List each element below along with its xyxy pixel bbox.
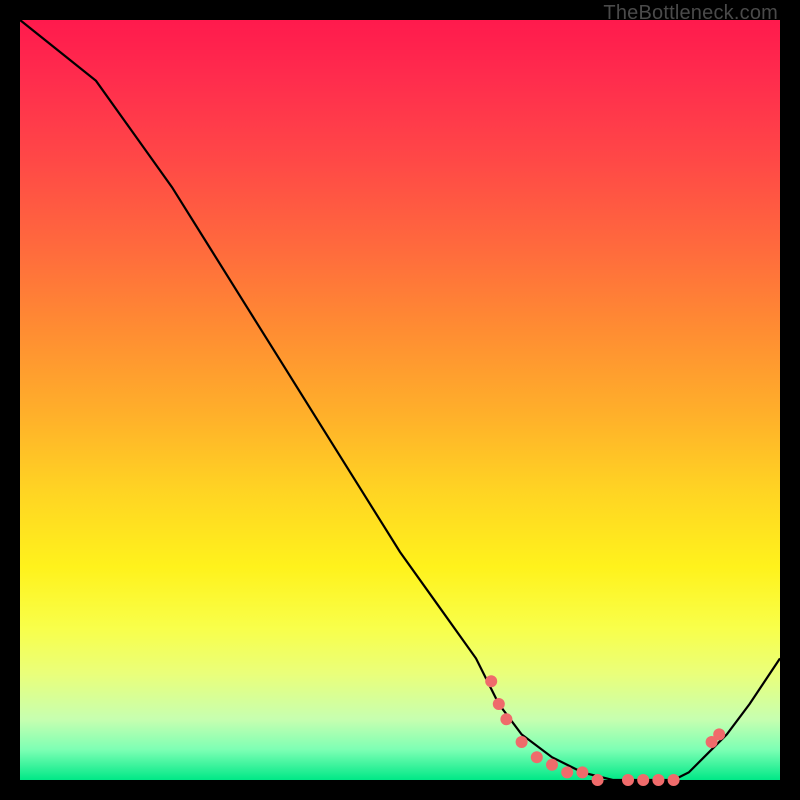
chart-svg	[20, 20, 780, 780]
attribution-label: TheBottleneck.com	[603, 2, 778, 25]
marker-dot	[652, 774, 664, 786]
marker-dot	[668, 774, 680, 786]
marker-dot	[713, 728, 725, 740]
marker-dot	[561, 766, 573, 778]
marker-dot	[531, 751, 543, 763]
marker-dot	[622, 774, 634, 786]
marker-dot	[576, 766, 588, 778]
marker-dot	[592, 774, 604, 786]
marker-dot	[493, 698, 505, 710]
marker-dots-group	[485, 675, 725, 786]
marker-dot	[637, 774, 649, 786]
marker-dot	[546, 759, 558, 771]
marker-dot	[516, 736, 528, 748]
marker-dot	[500, 713, 512, 725]
chart-frame	[20, 20, 780, 780]
bottleneck-curve	[20, 20, 780, 780]
marker-dot	[485, 675, 497, 687]
